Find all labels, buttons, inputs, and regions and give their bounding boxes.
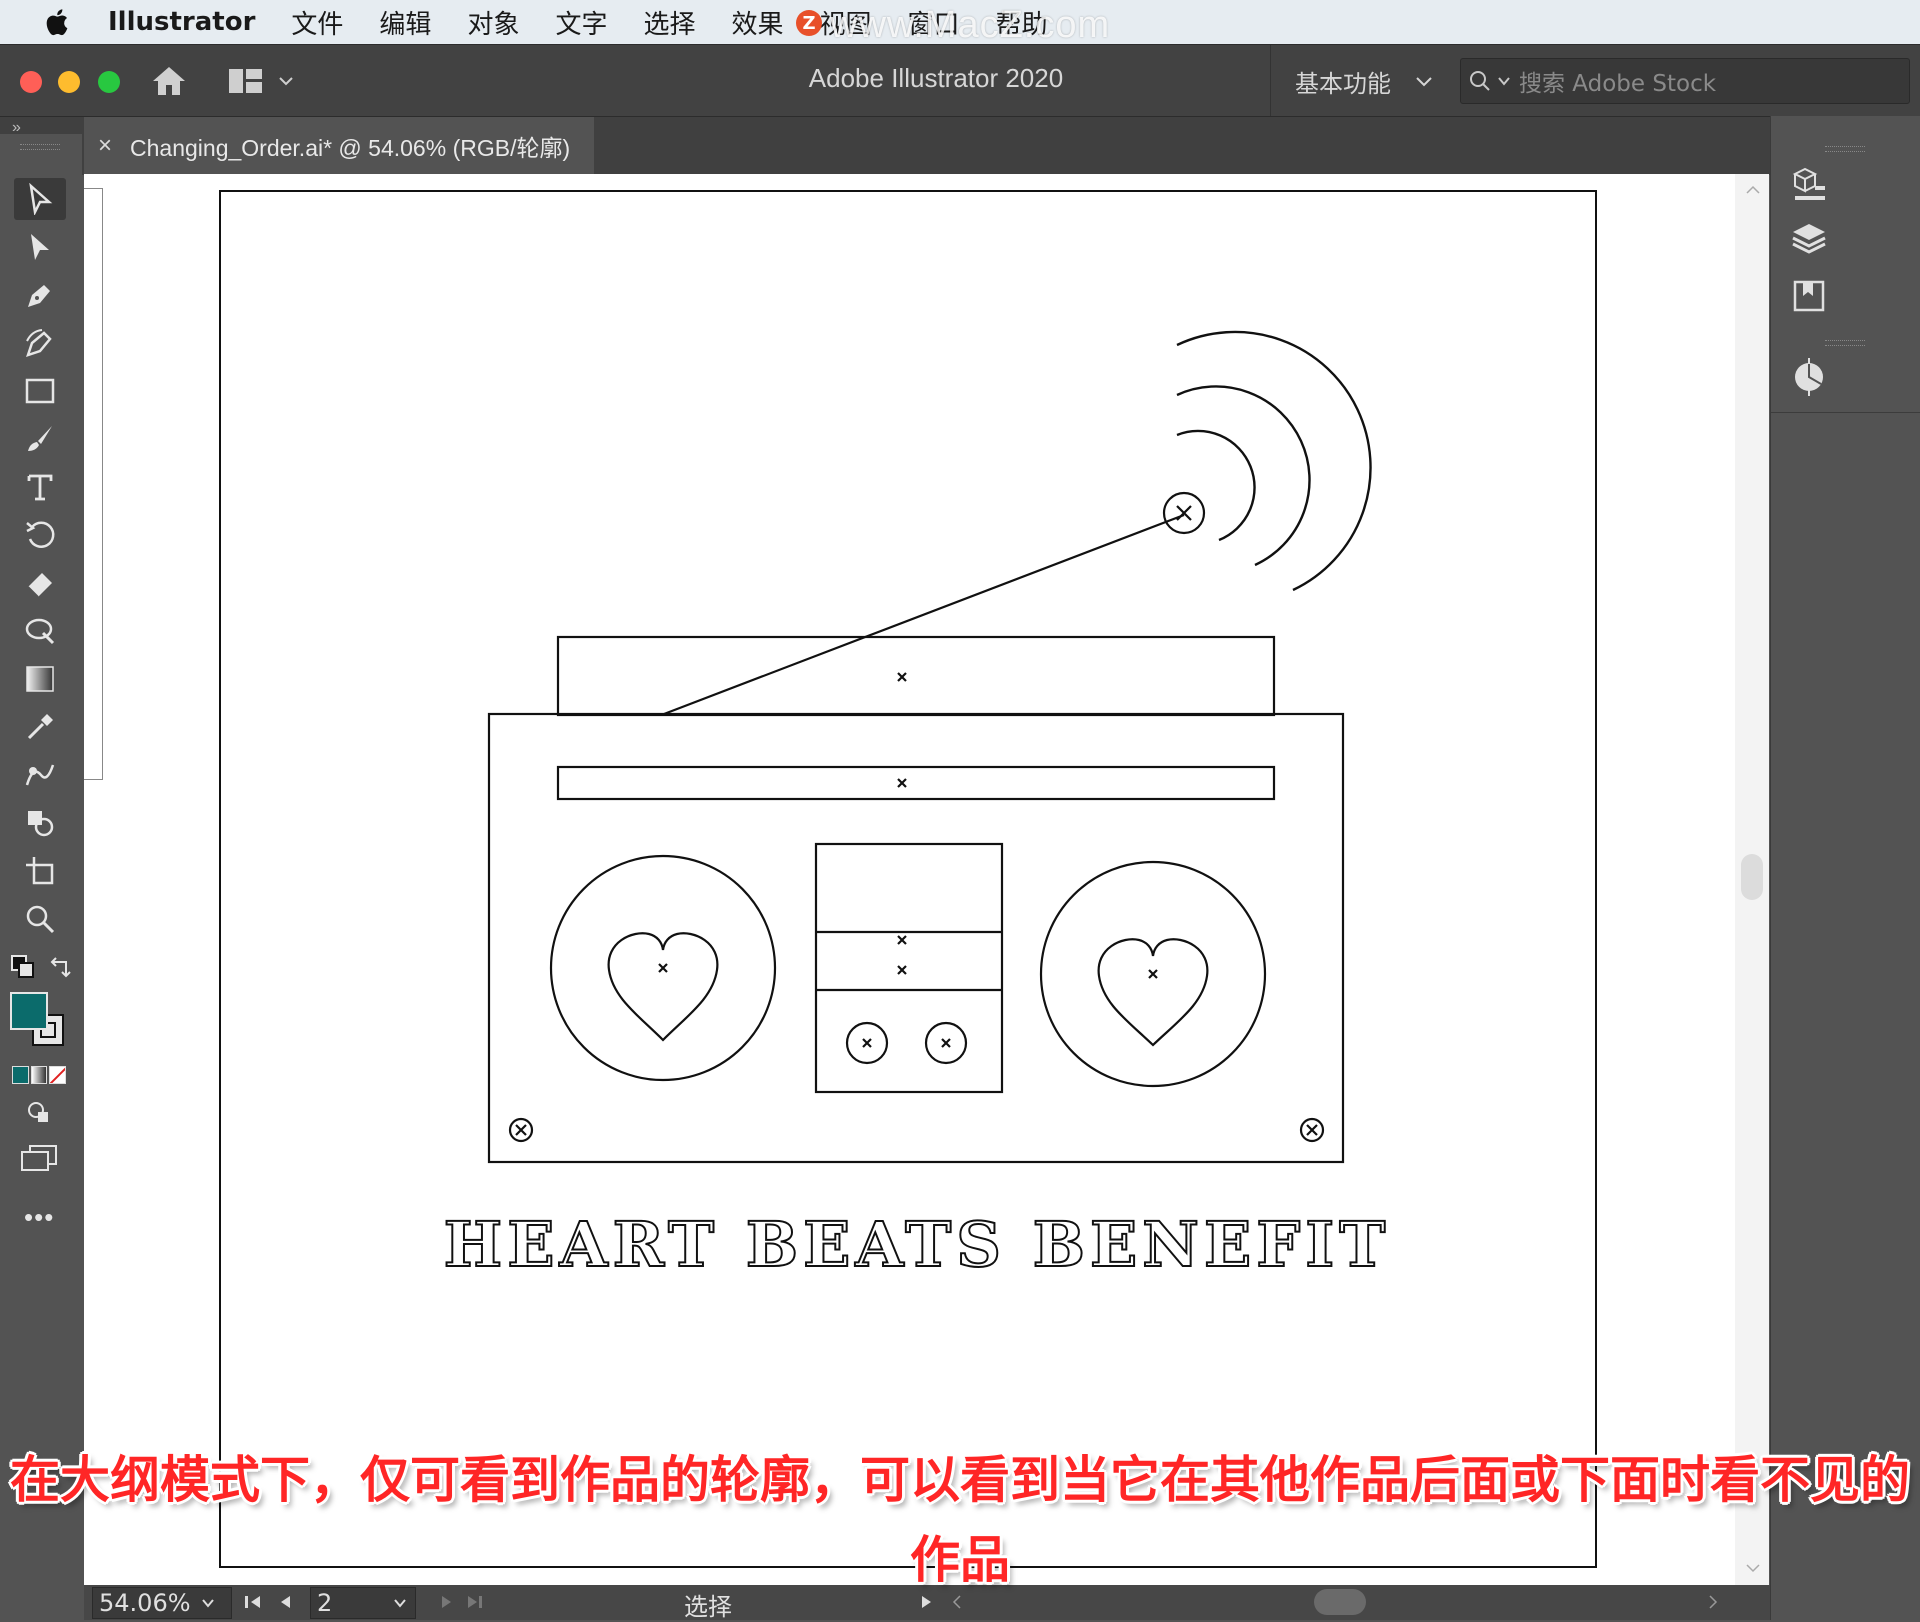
- last-artboard-icon[interactable]: [466, 1594, 484, 1610]
- current-tool-label: 选择: [684, 1593, 732, 1621]
- type-tool-icon: [27, 474, 53, 501]
- swap-colors-icon[interactable]: [48, 954, 74, 980]
- selection-tool[interactable]: [14, 178, 66, 220]
- gradient-tool-icon: [26, 666, 54, 692]
- apple-icon[interactable]: [42, 7, 70, 37]
- menu-effect[interactable]: 效果: [731, 4, 783, 41]
- pen-tool-icon: [28, 285, 50, 307]
- blend-tool-icon: [25, 764, 55, 786]
- workspace-switcher[interactable]: 基本功能: [1270, 45, 1433, 117]
- puppet-warp-tool[interactable]: [14, 610, 66, 652]
- blend-tool[interactable]: [14, 754, 66, 796]
- rectangle-tool[interactable]: [14, 370, 66, 412]
- rectangle-tool-icon: [25, 378, 55, 404]
- search-icon: [1470, 71, 1490, 91]
- watermark: www.MacZ.com: [830, 4, 1111, 46]
- caption-line-2: 作品: [910, 1531, 1010, 1589]
- menu-type[interactable]: 文字: [555, 4, 607, 41]
- menu-select[interactable]: 选择: [643, 4, 695, 41]
- eyedropper-tool-icon: [27, 714, 53, 740]
- scroll-right-icon[interactable]: [1706, 1594, 1720, 1610]
- artboard[interactable]: HEART BEATS BENEFIT: [219, 190, 1597, 1568]
- curvature-tool-icon: [26, 329, 52, 357]
- chevron-down-icon: [1498, 77, 1510, 86]
- status-menu-icon[interactable]: [920, 1594, 934, 1610]
- rotate-tool[interactable]: [14, 514, 66, 556]
- panel-grip[interactable]: [1825, 340, 1865, 346]
- search-placeholder: 搜索 Adobe Stock: [1519, 71, 1717, 97]
- direct-selection-tool-icon: [31, 234, 49, 260]
- horizontal-scroll-thumb[interactable]: [1314, 1589, 1366, 1615]
- previous-artboard-icon[interactable]: [278, 1594, 292, 1610]
- curvature-tool[interactable]: [14, 322, 66, 364]
- macos-menubar: Illustrator 文件 编辑 对象 文字 选择 效果 视图 窗口 帮助 Z…: [0, 0, 1920, 46]
- eraser-tool[interactable]: [14, 562, 66, 604]
- menu-edit[interactable]: 编辑: [379, 4, 431, 41]
- chevron-down-icon: [201, 1599, 214, 1608]
- chevron-down-icon: [394, 1599, 406, 1608]
- direct-selection-tool[interactable]: [14, 226, 66, 268]
- paintbrush-tool-icon: [28, 426, 52, 451]
- puppet-warp-tool-icon: [25, 618, 55, 645]
- properties-panel-icon[interactable]: [1789, 164, 1829, 204]
- artboard-number: 2: [317, 1589, 333, 1617]
- workspace-label: 基本功能: [1295, 69, 1391, 98]
- document-tab-row: » « × Changing_Order.ai* @ 54.06% (RGB/轮…: [0, 116, 1920, 175]
- right-panel-dock: [1770, 116, 1920, 1620]
- gradient-mode-icon[interactable]: [30, 1066, 48, 1084]
- color-mode-buttons[interactable]: [12, 1066, 67, 1084]
- zoom-value: 54.06%: [99, 1589, 191, 1617]
- scroll-up-icon[interactable]: [1745, 184, 1761, 196]
- libraries-panel-icon[interactable]: [1789, 276, 1829, 316]
- zoom-tool-icon: [26, 905, 55, 934]
- zoom-tool[interactable]: [14, 898, 66, 940]
- screen-mode-icon[interactable]: [20, 1144, 58, 1172]
- shape-builder-tool-icon: [28, 811, 54, 837]
- shape-builder-tool[interactable]: [14, 802, 66, 844]
- eraser-tool-icon: [27, 573, 52, 598]
- artboard-tool[interactable]: [14, 850, 66, 892]
- eyedropper-tool[interactable]: [14, 706, 66, 748]
- scroll-left-icon[interactable]: [950, 1594, 964, 1610]
- menu-file[interactable]: 文件: [291, 4, 343, 41]
- none-mode-icon[interactable]: [49, 1066, 67, 1084]
- next-artboard-icon[interactable]: [440, 1594, 454, 1610]
- scroll-thumb[interactable]: [1741, 854, 1763, 900]
- draw-mode-icon[interactable]: [26, 1100, 52, 1126]
- caption-line-1: 在大纲模式下，仅可看到作品的轮廓，可以看到当它在其他作品后面或下面时看不见的: [10, 1451, 1910, 1509]
- fill-swatch[interactable]: [10, 992, 48, 1030]
- paintbrush-tool[interactable]: [14, 418, 66, 460]
- layers-panel-icon[interactable]: [1789, 220, 1829, 260]
- first-artboard-icon[interactable]: [244, 1594, 262, 1610]
- vertical-scrollbar[interactable]: [1735, 174, 1769, 1585]
- default-colors-icon[interactable]: [10, 954, 36, 980]
- color-mode-icon[interactable]: [12, 1066, 29, 1084]
- fill-stroke-swatches[interactable]: [10, 992, 64, 1046]
- stock-search-input[interactable]: 搜索 Adobe Stock: [1460, 58, 1910, 104]
- gradient-tool[interactable]: [14, 658, 66, 700]
- tools-panel: •••: [0, 134, 82, 1599]
- edit-toolbar-icon[interactable]: •••: [24, 1202, 54, 1233]
- watermark-badge: Z: [796, 10, 822, 36]
- color-guide-icon[interactable]: [1789, 356, 1829, 398]
- app-titlebar: Adobe Illustrator 2020 基本功能 搜索 Adobe Sto…: [0, 44, 1920, 117]
- menu-app-name[interactable]: Illustrator: [108, 7, 255, 37]
- rotate-tool-icon: [26, 521, 55, 548]
- panel-grip[interactable]: [20, 144, 60, 150]
- type-tool[interactable]: [14, 466, 66, 508]
- artwork-headline[interactable]: HEART BEATS BENEFIT: [443, 1207, 1391, 1282]
- menu-object[interactable]: 对象: [467, 4, 519, 41]
- adjacent-artboard: [84, 188, 103, 780]
- document-canvas[interactable]: HEART BEATS BENEFIT: [84, 174, 1735, 1585]
- panel-grip[interactable]: [1825, 146, 1865, 152]
- close-tab-icon[interactable]: ×: [98, 132, 112, 160]
- pen-tool[interactable]: [14, 274, 66, 316]
- document-tab[interactable]: × Changing_Order.ai* @ 54.06% (RGB/轮廓): [84, 117, 594, 175]
- document-tab-title: Changing_Order.ai* @ 54.06% (RGB/轮廓): [130, 135, 571, 161]
- chevron-down-icon: [1416, 77, 1432, 87]
- selection-tool-icon: [29, 183, 53, 215]
- artboard-tool-icon: [26, 857, 54, 885]
